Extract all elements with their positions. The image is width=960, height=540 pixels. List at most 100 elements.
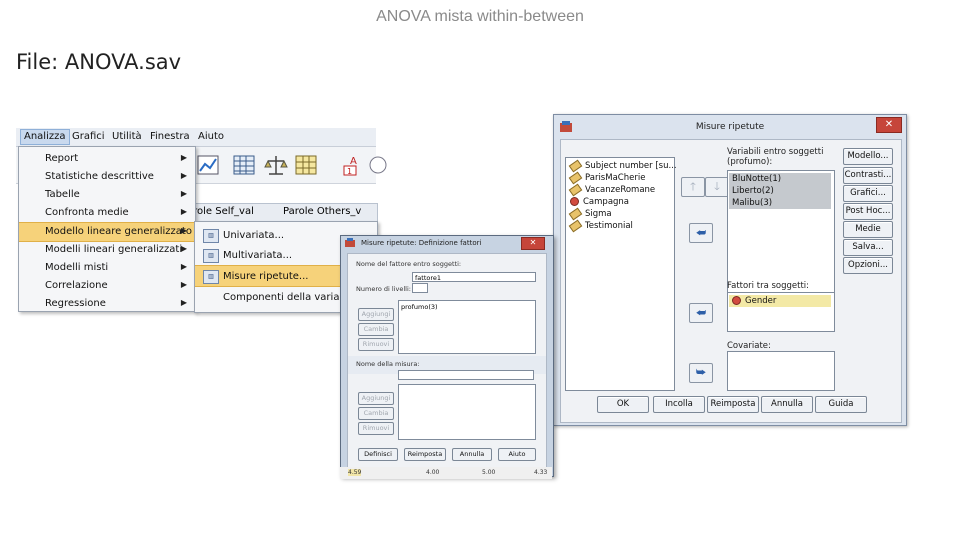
between-list[interactable]: Gender (727, 292, 835, 332)
covariates-label: Covariate: (727, 341, 771, 351)
analyze-menu: Report ▶ Statistiche descrittive ▶ Tabelle… (18, 146, 196, 312)
menu-item-tabelle[interactable]: Tabelle ▶ (19, 186, 195, 204)
nominal-icon (732, 296, 741, 305)
levels-input[interactable] (412, 283, 428, 293)
ok-button[interactable]: OK (597, 396, 649, 413)
list-item[interactable]: profumo(3) (401, 303, 438, 311)
contrasti-button[interactable]: Contrasti... (843, 167, 893, 184)
menu-grafici[interactable]: Grafici (72, 131, 105, 142)
opzioni-button[interactable]: Opzioni... (843, 257, 893, 274)
chart-icon[interactable] (196, 153, 220, 177)
column-headers: arole Self_val Parole Others_v (187, 203, 378, 223)
change-factor-button[interactable]: Cambia (358, 323, 394, 336)
menu-item-report[interactable]: Report ▶ (19, 150, 195, 168)
variable-list[interactable]: Subject number [su... ParisMaCherie Vaca… (565, 157, 677, 391)
levels-label: Numero di livelli: (356, 285, 411, 293)
column-header[interactable]: Parole Others_v (283, 206, 361, 217)
list-item[interactable]: Testimonial (568, 219, 633, 232)
measure-name-label: Nome della misura: (356, 360, 420, 368)
post-hoc-button[interactable]: Post Hoc... (843, 203, 893, 220)
within-label: Variabili entro soggetti (profumo): (727, 147, 824, 167)
change-measure-button[interactable]: Cambia (358, 407, 394, 420)
repeated-measures-icon: ▥ (203, 270, 219, 284)
scale-icon (568, 171, 583, 184)
incolla-button[interactable]: Incolla (653, 396, 705, 413)
menu-item-correlazione[interactable]: Correlazione ▶ (19, 277, 195, 295)
grafici-button[interactable]: Grafici... (843, 185, 893, 202)
cell-value: 5.00 (482, 469, 496, 476)
dialog-title: Misure ripetute (695, 122, 765, 132)
list-item[interactable]: Liberto(2) (732, 186, 774, 196)
close-icon[interactable]: ✕ (876, 117, 902, 133)
factor-dialog-body: Nome del fattore entro soggetti: fattore… (347, 253, 547, 468)
grid-yellow-icon[interactable] (294, 153, 318, 177)
remove-measure-button[interactable]: Rimuovi (358, 422, 394, 435)
guida-button[interactable]: Guida (815, 396, 867, 413)
define-button[interactable]: Definisci (358, 448, 398, 461)
measure-name-input[interactable] (398, 370, 534, 380)
menu-item-glm[interactable]: Modello lineare generalizzato ▶ (19, 222, 195, 242)
reset-button[interactable]: Reimposta (404, 448, 446, 461)
file-label: File: ANOVA.sav (16, 50, 182, 74)
factor-name-input[interactable]: fattore1 (412, 272, 536, 282)
add-factor-button[interactable]: Aggiungi (358, 308, 394, 321)
move-down-button[interactable]: 🡓 (705, 177, 729, 197)
menu-item-confronta-medie[interactable]: Confronta medie ▶ (19, 204, 195, 222)
cell-value: 4.00 (426, 469, 440, 476)
cell-value: 4.59 (348, 469, 362, 476)
annulla-button[interactable]: Annulla (761, 396, 813, 413)
value-labels-icon[interactable]: A1 (342, 153, 366, 177)
remove-factor-button[interactable]: Rimuovi (358, 338, 394, 351)
move-to-within-button[interactable]: ⮨ (689, 223, 713, 243)
move-to-covariate-button[interactable]: ⮩ (689, 363, 713, 383)
reimposta-button[interactable]: Reimposta (707, 396, 759, 413)
menu-analizza[interactable]: Analizza (20, 129, 70, 145)
between-label: Fattori tra soggetti: (727, 281, 810, 291)
salva-button[interactable]: Salva... (843, 239, 893, 256)
list-item[interactable]: Malibu(3) (732, 198, 772, 208)
cell-value: 4.33 (534, 469, 548, 476)
menu-item-modelli-misti[interactable]: Modelli misti ▶ (19, 259, 195, 277)
covariates-list[interactable] (727, 351, 835, 391)
multivariate-icon: ▥ (203, 249, 219, 263)
nominal-icon (570, 197, 579, 206)
data-grid-icon[interactable] (232, 153, 256, 177)
sheet-values-strip: 4.59 4.00 5.00 4.33 (340, 467, 552, 479)
slide-title: ANOVA mista within-between (376, 8, 584, 25)
menu-item-gzlm[interactable]: Modelli lineari generalizzati ▶ (19, 241, 195, 259)
list-item[interactable]: ParisMaCherie (568, 171, 645, 184)
close-icon[interactable]: ✕ (521, 237, 545, 250)
measure-list[interactable] (398, 384, 536, 440)
list-item[interactable]: Sigma (568, 207, 612, 220)
list-item[interactable]: Subject number [su... (568, 159, 677, 172)
dialog-body: Subject number [su... ParisMaCherie Vaca… (560, 139, 902, 423)
move-to-between-button[interactable]: ⮨ (689, 303, 713, 323)
menu-item-descrittive[interactable]: Statistiche descrittive ▶ (19, 168, 195, 186)
list-item[interactable]: BluNotte(1) (732, 174, 781, 184)
add-measure-button[interactable]: Aggiungi (358, 392, 394, 405)
factor-definition-dialog: Misure ripetute: Definizione fattori ✕ N… (340, 235, 554, 477)
medie-em-button[interactable]: Medie EM... (843, 221, 893, 249)
scale-icon (568, 183, 583, 196)
help-button[interactable]: Aiuto (498, 448, 536, 461)
list-item[interactable]: Gender (732, 296, 776, 306)
repeated-measures-dialog: Misure ripetute ✕ Subject number [su... … (553, 114, 907, 426)
search-icon[interactable] (366, 153, 390, 177)
cancel-button[interactable]: Annulla (452, 448, 492, 461)
factor-list[interactable]: profumo(3) (398, 300, 536, 354)
spss-menubar: Analizza Grafici Utilità Finestra Aiuto (16, 128, 376, 147)
modello-button[interactable]: Modello... (843, 148, 893, 165)
factor-name-label: Nome del fattore entro soggetti: (356, 260, 462, 268)
move-up-button[interactable]: 🡑 (681, 177, 705, 197)
column-header[interactable]: arole Self_val (187, 206, 254, 217)
menu-item-regressione[interactable]: Regressione ▶ (19, 295, 195, 313)
menu-aiuto[interactable]: Aiuto (198, 131, 224, 142)
within-list[interactable]: BluNotte(1) Liberto(2) Malibu(3) (727, 170, 835, 296)
list-item[interactable]: VacanzeRomane (568, 183, 655, 196)
menu-finestra[interactable]: Finestra (150, 131, 190, 142)
list-item[interactable]: Campagna (570, 197, 629, 207)
scale-icon (568, 219, 583, 232)
menu-utilita[interactable]: Utilità (112, 131, 142, 142)
scales-icon[interactable] (264, 153, 288, 177)
svg-text:1: 1 (347, 167, 352, 176)
